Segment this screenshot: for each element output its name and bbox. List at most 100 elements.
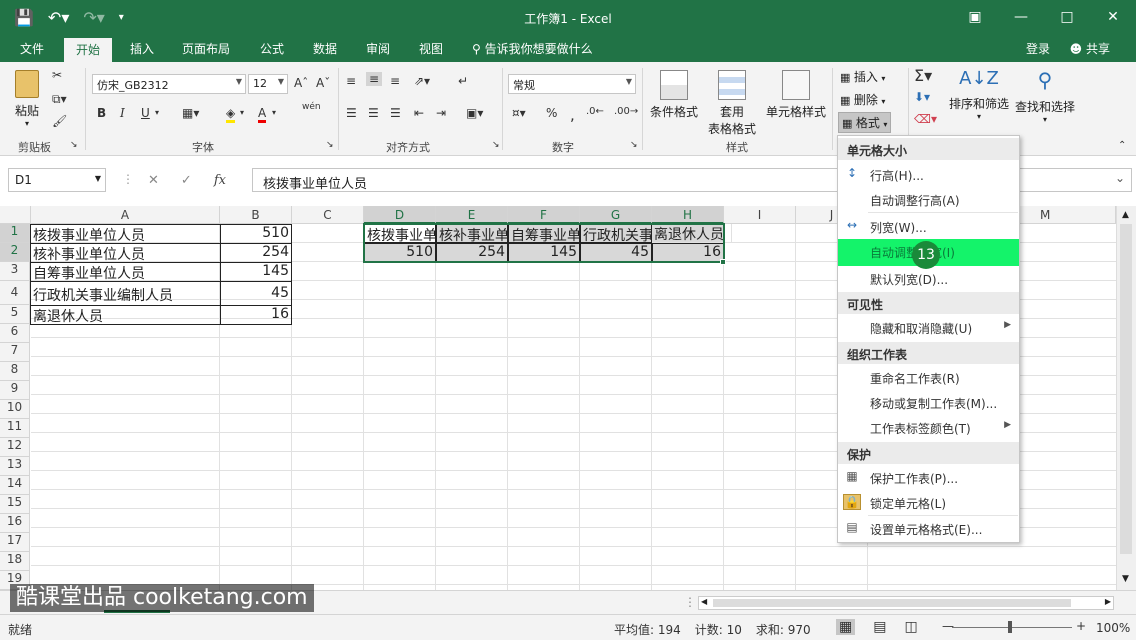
tab-insert[interactable]: 插入 (130, 40, 154, 57)
chevron-down-icon[interactable]: ▾ (155, 108, 159, 117)
page-layout-view-icon[interactable]: ▤ (873, 619, 886, 635)
collapse-ribbon-icon[interactable]: ⌃ (1118, 140, 1126, 151)
cell-b2[interactable]: 254 (220, 243, 292, 263)
row-header[interactable]: 17 (0, 533, 30, 552)
page-break-view-icon[interactable]: ◫ (904, 619, 917, 635)
horizontal-scroll-thumb[interactable] (713, 599, 1071, 607)
select-all-corner[interactable] (0, 206, 31, 224)
font-size-combo[interactable]: 12 ▼ (248, 74, 288, 94)
format-painter-icon[interactable]: 🖌 (52, 114, 67, 128)
zoom-slider-thumb[interactable] (1008, 621, 1012, 633)
clear-icon[interactable]: ⌫▾ (914, 112, 937, 126)
autosum-icon[interactable]: Σ▾ (914, 66, 932, 85)
row-header[interactable]: 13 (0, 457, 30, 476)
row-header[interactable]: 8 (0, 362, 30, 381)
enter-icon[interactable]: ✓ (181, 173, 192, 188)
cell-a2[interactable]: 核补事业单位人员 (30, 243, 221, 263)
decrease-indent-icon[interactable]: ⇤ (414, 106, 424, 120)
align-center-icon[interactable]: ☰ (368, 106, 379, 120)
vertical-scroll-thumb[interactable] (1120, 224, 1132, 554)
tab-formulas[interactable]: 公式 (260, 40, 284, 57)
status-sum[interactable]: 求和: 970 (756, 621, 811, 638)
row-header[interactable]: 2 (0, 243, 30, 262)
shrink-font-icon[interactable]: Aˇ (316, 76, 330, 90)
wrap-text-icon[interactable]: ↵ (458, 74, 468, 88)
cell-a5[interactable]: 离退休人员 (30, 305, 221, 325)
tab-page-layout[interactable]: 页面布局 (182, 40, 230, 57)
menu-item-row-height[interactable]: ↕ 行高(H)... (838, 162, 1019, 187)
copy-icon[interactable]: ⧉▾ (52, 92, 67, 107)
font-color-icon[interactable]: A (258, 106, 267, 123)
menu-item-rename[interactable]: 重命名工作表(R) (838, 365, 1019, 390)
menu-item-autofit-row[interactable]: 自动调整行高(A) (838, 187, 1019, 212)
row-header[interactable]: 11 (0, 419, 30, 438)
cell-b1[interactable]: 510 (220, 224, 292, 244)
scroll-left-icon[interactable]: ◀ (701, 597, 707, 606)
number-format-combo[interactable]: 常规 ▼ (508, 74, 636, 94)
cell-a3[interactable]: 自筹事业单位人员 (30, 262, 221, 282)
align-middle-icon[interactable]: ≡ (366, 72, 383, 86)
scroll-right-icon[interactable]: ▶ (1105, 597, 1111, 606)
increase-indent-icon[interactable]: ⇥ (436, 106, 446, 120)
row-header[interactable]: 4 (0, 281, 30, 305)
column-header[interactable]: I (724, 206, 796, 224)
sort-filter-button[interactable]: A↓Z 排序和筛选 ▾ (946, 68, 1012, 121)
fill-handle[interactable] (720, 259, 726, 265)
row-header[interactable]: 6 (0, 324, 30, 343)
cancel-icon[interactable]: ✕ (148, 173, 159, 188)
menu-item-col-width[interactable]: ↔ 列宽(W)... (838, 214, 1019, 239)
cell-b3[interactable]: 145 (220, 262, 292, 282)
login-link[interactable]: 登录 (1026, 40, 1050, 57)
decrease-decimal-icon[interactable]: .00→ (614, 106, 638, 117)
row-header[interactable]: 15 (0, 495, 30, 514)
tab-view[interactable]: 视图 (419, 40, 443, 57)
row-header[interactable]: 10 (0, 400, 30, 419)
cell-a1[interactable]: 核拨事业单位人员 (30, 224, 221, 244)
column-header[interactable]: A (31, 206, 220, 224)
comma-icon[interactable]: , (570, 106, 575, 124)
status-average[interactable]: 平均值: 194 (614, 621, 681, 638)
format-cells-button[interactable]: ▦ 格式 ▾ (838, 112, 892, 133)
column-header[interactable]: C (292, 206, 364, 224)
fill-icon[interactable]: ⬇▾ (914, 90, 930, 104)
cell-styles-button[interactable]: 单元格样式 (764, 70, 828, 120)
scroll-down-icon[interactable]: ▼ (1122, 574, 1129, 584)
align-left-icon[interactable]: ☰ (346, 106, 357, 120)
dialog-launcher-icon[interactable]: ↘ (630, 140, 638, 150)
grow-font-icon[interactable]: Aˆ (294, 76, 308, 90)
menu-item-default-width[interactable]: 默认列宽(D)... (838, 266, 1019, 291)
chevron-down-icon[interactable]: ▾ (272, 108, 276, 117)
orientation-icon[interactable]: ⇗▾ (414, 74, 430, 88)
vertical-scrollbar[interactable]: ▲ ▼ (1116, 206, 1136, 590)
tell-me-box[interactable]: ⚲ 告诉我你想要做什么 (472, 40, 593, 57)
tab-file[interactable]: 文件 (20, 40, 44, 57)
name-box[interactable]: D1 ▼ (8, 168, 106, 192)
minimize-icon[interactable]: — (998, 0, 1044, 36)
zoom-slider[interactable] (952, 627, 1072, 628)
row-header[interactable]: 16 (0, 514, 30, 533)
tab-data[interactable]: 数据 (313, 40, 337, 57)
cut-icon[interactable]: ✂ (52, 68, 62, 82)
align-top-icon[interactable]: ≡ (346, 74, 356, 88)
insert-function-icon[interactable]: fx (214, 173, 226, 188)
dialog-launcher-icon[interactable]: ↘ (326, 140, 334, 150)
column-header[interactable]: B (220, 206, 292, 224)
menu-item-lock-cell[interactable]: 🔒 锁定单元格(L) (838, 490, 1019, 515)
font-name-combo[interactable]: 仿宋_GB2312 ▼ (92, 74, 246, 94)
menu-item-autofit-column[interactable]: 自动调整列宽(I) 13 (838, 239, 1019, 269)
maximize-icon[interactable]: □ (1044, 0, 1090, 36)
row-header[interactable]: 9 (0, 381, 30, 400)
align-right-icon[interactable]: ☰ (390, 106, 401, 120)
find-select-button[interactable]: ⚲ 查找和选择 ▾ (1012, 68, 1078, 124)
delete-cells-button[interactable]: ▦ 删除 ▾ (840, 91, 885, 108)
currency-icon[interactable]: ¤▾ (512, 106, 526, 120)
dialog-launcher-icon[interactable]: ↘ (70, 140, 78, 150)
menu-item-tab-color[interactable]: 工作表标签颜色(T) ▶ (838, 415, 1019, 440)
paste-button[interactable]: 粘贴 ▾ (10, 70, 44, 130)
column-header[interactable]: F (508, 206, 580, 224)
borders-icon[interactable]: ▦▾ (182, 106, 199, 120)
zoom-in-icon[interactable]: + (1076, 619, 1086, 633)
cell-b4[interactable]: 45 (220, 281, 292, 306)
dialog-launcher-icon[interactable]: ↘ (492, 140, 500, 150)
close-icon[interactable]: ✕ (1090, 0, 1136, 36)
